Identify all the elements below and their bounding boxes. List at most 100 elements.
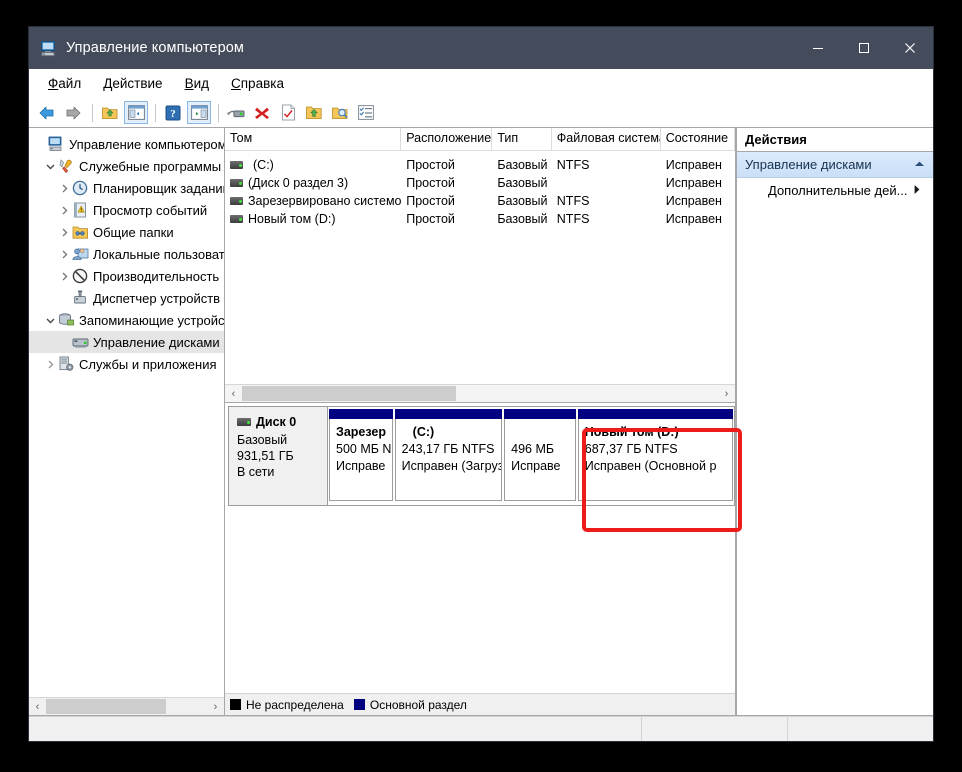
partition-status: Исправе [511, 458, 575, 475]
cell-volume-label: Новый том (D:) [248, 212, 336, 226]
partition-system-reserved[interactable]: Зарезер 500 МБ N Исправе [329, 409, 393, 501]
tree-item-event-viewer[interactable]: Просмотр событий [29, 199, 224, 221]
cell-volume-label: Зарезервировано системой [248, 194, 401, 208]
tree-toggle-expanded[interactable] [43, 162, 58, 171]
tree-item-system-tools[interactable]: Служебные программы [29, 155, 224, 177]
tree-item-task-scheduler[interactable]: Планировщик заданий [29, 177, 224, 199]
tree-item-label: Диспетчер устройств [93, 291, 220, 306]
minimize-button[interactable] [795, 27, 841, 69]
tree-toggle-collapsed[interactable] [57, 184, 72, 193]
column-header-filesystem[interactable]: Файловая система [552, 128, 661, 150]
tree-item-local-users[interactable]: Локальные пользовате [29, 243, 224, 265]
device-manager-icon [72, 290, 89, 306]
up-folder-icon[interactable] [98, 101, 122, 124]
scroll-track[interactable] [46, 698, 207, 715]
tree-item-shared-folders[interactable]: Общие папки [29, 221, 224, 243]
partition-body: Зарезер 500 МБ N Исправе [329, 419, 393, 501]
tree-toggle-collapsed[interactable] [43, 360, 58, 369]
disk-type: Базовый [237, 432, 327, 448]
scroll-right-arrow[interactable]: › [207, 698, 224, 715]
column-header-layout[interactable]: Расположение [401, 128, 492, 150]
volume-list-horizontal-scrollbar[interactable]: ‹ › [225, 384, 735, 402]
show-action-pane-icon[interactable] [187, 101, 211, 124]
menu-action[interactable]: Действие [92, 73, 173, 94]
tree-item-disk-management[interactable]: Управление дисками [29, 331, 224, 353]
legend-item-primary-partition: Основной раздел [354, 698, 467, 712]
delete-icon[interactable] [250, 101, 274, 124]
maximize-button[interactable] [841, 27, 887, 69]
cell-volume-label: (Диск 0 раздел 3) [248, 176, 348, 190]
scroll-left-arrow[interactable]: ‹ [225, 385, 242, 402]
volume-list-rows: (C:) Простой Базовый NTFS Исправен (Диск… [225, 151, 735, 384]
connect-disk-icon[interactable] [224, 101, 248, 124]
cell-volume-label: (C:) [248, 158, 274, 172]
scroll-left-arrow[interactable]: ‹ [29, 698, 46, 715]
actions-group-disk-management[interactable]: Управление дисками [737, 152, 933, 178]
menu-view-rest: ид [194, 76, 209, 91]
list-view-icon[interactable] [354, 101, 378, 124]
forward-icon[interactable] [61, 101, 85, 124]
menu-view[interactable]: Вид [174, 73, 220, 94]
show-hide-tree-icon[interactable] [124, 101, 148, 124]
column-header-status[interactable]: Состояние [661, 128, 735, 150]
event-viewer-icon [72, 202, 89, 218]
window-title: Управление компьютером [66, 40, 795, 56]
tree-item-device-manager[interactable]: Диспетчер устройств [29, 287, 224, 309]
actions-group-label: Управление дисками [745, 157, 872, 172]
tree-item-label: Просмотр событий [93, 203, 207, 218]
back-icon[interactable] [35, 101, 59, 124]
chevron-right-icon[interactable] [913, 184, 921, 197]
legend-swatch-unallocated [230, 699, 241, 710]
scroll-thumb[interactable] [46, 699, 166, 714]
tree-toggle-collapsed[interactable] [57, 228, 72, 237]
help-icon[interactable]: ? [161, 101, 185, 124]
partition-c[interactable]: (C:) 243,17 ГБ NTFS Исправен (Загрузка, [395, 409, 502, 501]
partition-recovery[interactable]: 496 МБ Исправе [504, 409, 576, 501]
table-row[interactable]: Новый том (D:) Простой Базовый NTFS Испр… [225, 210, 735, 228]
cell-type: Базовый [492, 192, 551, 210]
tree-toggle-collapsed[interactable] [57, 272, 72, 281]
partition-capacity-bar [329, 409, 393, 419]
window-controls [795, 27, 933, 69]
properties-icon[interactable] [276, 101, 300, 124]
chevron-up-icon[interactable] [914, 160, 925, 170]
menu-file[interactable]: Файл [37, 73, 92, 94]
computer-management-window: Управление компьютером Файл Действие Вид… [28, 26, 934, 742]
disk-info-panel[interactable]: Диск 0 Базовый 931,51 ГБ В сети [228, 406, 328, 506]
legend-label-primary-partition: Основной раздел [370, 698, 467, 712]
search-icon[interactable] [328, 101, 352, 124]
cell-volume: Новый том (D:) [225, 210, 401, 228]
table-row[interactable]: Зарезервировано системой Простой Базовый… [225, 192, 735, 210]
column-header-type[interactable]: Тип [492, 128, 551, 150]
tree-item-performance[interactable]: Производительность [29, 265, 224, 287]
menu-help[interactable]: Справка [220, 73, 295, 94]
export-icon[interactable] [302, 101, 326, 124]
tree-item-computer-management[interactable]: Управление компьютером (л [29, 133, 224, 155]
cell-filesystem: NTFS [552, 210, 661, 228]
tree-toggle-expanded[interactable] [43, 316, 58, 325]
partition-capacity-bar [578, 409, 733, 419]
cell-volume: (Диск 0 раздел 3) [225, 174, 401, 192]
console-tree: Управление компьютером (л Служебные прог… [29, 128, 224, 697]
disk-canvas: Диск 0 Базовый 931,51 ГБ В сети Зарезер [225, 403, 735, 693]
partition-body: 496 МБ Исправе [504, 419, 576, 501]
tree-toggle-collapsed[interactable] [57, 206, 72, 215]
tree-horizontal-scrollbar[interactable]: ‹ › [29, 697, 224, 715]
close-button[interactable] [887, 27, 933, 69]
partition-new-volume-d[interactable]: Новый том (D:) 687,37 ГБ NTFS Исправен (… [578, 409, 733, 501]
cell-layout: Простой [401, 210, 492, 228]
scroll-thumb[interactable] [242, 386, 456, 401]
partition-status: Исправен (Загрузка, [402, 458, 501, 475]
tree-item-label: Управление компьютером (л [69, 137, 224, 152]
scroll-right-arrow[interactable]: › [718, 385, 735, 402]
tree-item-storage[interactable]: Запоминающие устройст [29, 309, 224, 331]
table-row[interactable]: (C:) Простой Базовый NTFS Исправен [225, 156, 735, 174]
tree-item-services-and-apps[interactable]: Службы и приложения [29, 353, 224, 375]
actions-item-more-actions[interactable]: Дополнительные дей... [737, 178, 933, 202]
tree-toggle-collapsed[interactable] [57, 250, 72, 259]
scroll-track[interactable] [242, 385, 718, 402]
column-header-volume[interactable]: Том [225, 128, 401, 150]
tree-item-label: Производительность [93, 269, 219, 284]
users-icon [72, 246, 89, 262]
table-row[interactable]: (Диск 0 раздел 3) Простой Базовый Исправ… [225, 174, 735, 192]
